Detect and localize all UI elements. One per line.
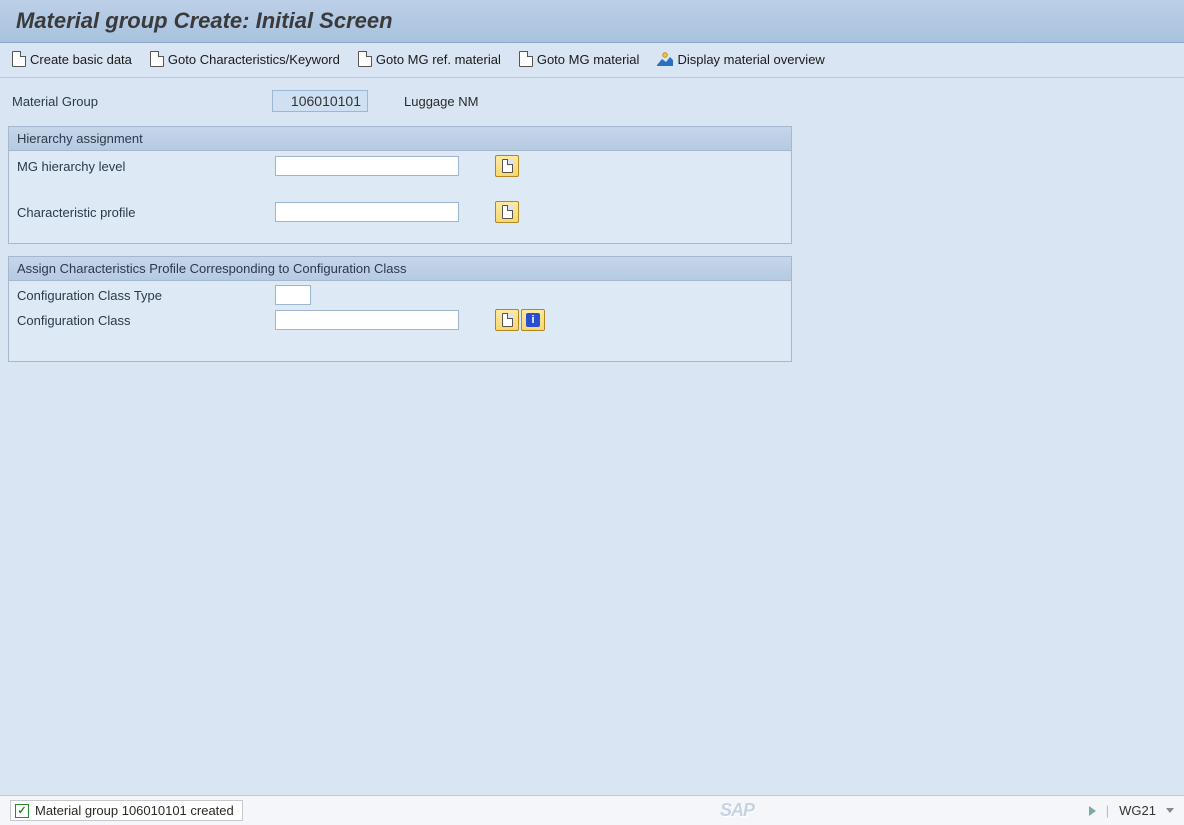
document-icon <box>502 159 513 173</box>
create-config-button[interactable] <box>495 309 519 331</box>
goto-characteristics-button[interactable]: Goto Characteristics/Keyword <box>150 51 340 67</box>
create-basic-data-button[interactable]: Create basic data <box>12 51 132 67</box>
button-label: Goto MG ref. material <box>376 52 501 67</box>
document-icon <box>502 313 513 327</box>
overview-icon <box>657 52 673 66</box>
document-icon <box>502 205 513 219</box>
hierarchy-assignment-group: Hierarchy assignment MG hierarchy level … <box>8 126 792 244</box>
sap-logo: SAP <box>720 800 754 821</box>
material-group-row: Material Group 106010101 Luggage NM <box>4 84 1180 118</box>
button-label: Goto Characteristics/Keyword <box>168 52 340 67</box>
mg-hierarchy-level-label: MG hierarchy level <box>17 159 275 174</box>
play-icon[interactable] <box>1089 806 1096 816</box>
goto-mg-ref-material-button[interactable]: Goto MG ref. material <box>358 51 501 67</box>
separator: | <box>1106 803 1109 818</box>
title-bar: Material group Create: Initial Screen <box>0 0 1184 43</box>
status-bar: ✓ Material group 106010101 created SAP |… <box>0 795 1184 825</box>
characteristic-profile-row: Characteristic profile <box>9 199 791 225</box>
content-area: Material Group 106010101 Luggage NM Hier… <box>0 84 1184 362</box>
create-profile-button[interactable] <box>495 201 519 223</box>
characteristic-profile-input[interactable] <box>275 202 459 222</box>
group-header: Assign Characteristics Profile Correspon… <box>9 257 791 281</box>
display-material-overview-button[interactable]: Display material overview <box>657 52 824 67</box>
toolbar: Create basic data Goto Characteristics/K… <box>0 43 1184 77</box>
dropdown-icon[interactable] <box>1166 808 1174 813</box>
material-group-value[interactable]: 106010101 <box>272 90 368 112</box>
success-check-icon: ✓ <box>15 804 29 818</box>
create-hierarchy-button[interactable] <box>495 155 519 177</box>
group-header: Hierarchy assignment <box>9 127 791 151</box>
mg-hierarchy-level-row: MG hierarchy level <box>9 153 791 179</box>
mg-hierarchy-level-input[interactable] <box>275 156 459 176</box>
info-icon: i <box>526 313 540 327</box>
material-group-label: Material Group <box>12 94 272 109</box>
document-icon <box>519 51 533 67</box>
material-group-description: Luggage NM <box>404 94 478 109</box>
status-message-box: ✓ Material group 106010101 created <box>10 800 243 821</box>
assign-characteristics-group: Assign Characteristics Profile Correspon… <box>8 256 792 362</box>
config-class-input[interactable] <box>275 310 459 330</box>
status-message: Material group 106010101 created <box>35 803 234 818</box>
characteristic-profile-label: Characteristic profile <box>17 205 275 220</box>
goto-mg-material-button[interactable]: Goto MG material <box>519 51 640 67</box>
document-icon <box>150 51 164 67</box>
config-class-type-label: Configuration Class Type <box>17 288 275 303</box>
system-id: WG21 <box>1119 803 1156 818</box>
status-right: | WG21 <box>1089 803 1174 818</box>
info-config-button[interactable]: i <box>521 309 545 331</box>
document-icon <box>358 51 372 67</box>
config-class-label: Configuration Class <box>17 313 275 328</box>
config-class-type-row: Configuration Class Type <box>9 283 791 307</box>
page-title: Material group Create: Initial Screen <box>16 8 1168 34</box>
button-label: Goto MG material <box>537 52 640 67</box>
button-label: Create basic data <box>30 52 132 67</box>
config-class-type-input[interactable] <box>275 285 311 305</box>
config-class-row: Configuration Class i <box>9 307 791 333</box>
document-icon <box>12 51 26 67</box>
button-label: Display material overview <box>677 52 824 67</box>
